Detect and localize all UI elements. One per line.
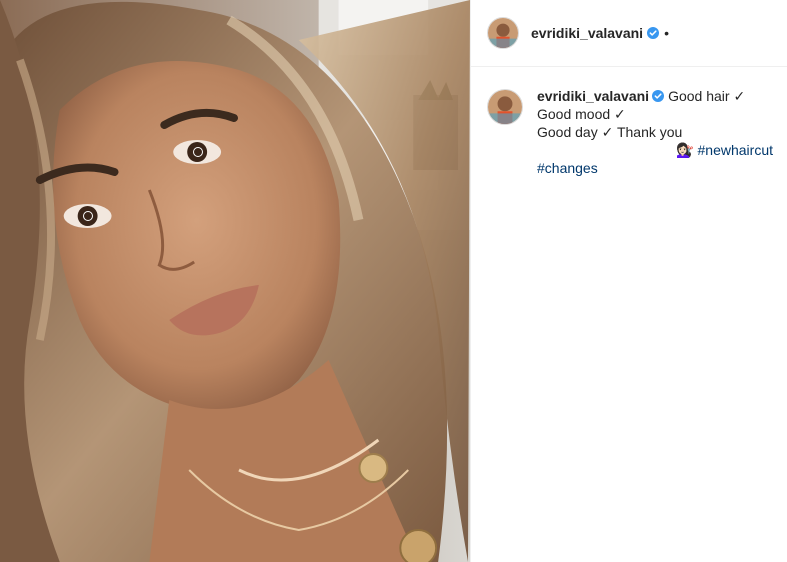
caption-line-1: Good hair ✓ xyxy=(668,88,746,104)
post-header: evridiki_valavani • xyxy=(471,0,787,67)
verified-badge-icon xyxy=(652,90,665,102)
caption-username[interactable]: evridiki_valavani xyxy=(537,88,649,104)
caption-avatar[interactable] xyxy=(487,89,523,125)
verified-badge-icon xyxy=(647,27,660,39)
haircut-emoji: 💇🏻‍♀️ xyxy=(676,142,694,158)
avatar-image xyxy=(488,18,518,48)
caption-line-4: 💇🏻‍♀️ #newhaircut xyxy=(537,141,773,159)
hashtag-changes[interactable]: #changes xyxy=(537,160,598,176)
hashtag-newhaircut[interactable]: #newhaircut xyxy=(698,142,774,158)
profile-avatar[interactable] xyxy=(487,17,519,49)
eye-reflection-left xyxy=(83,211,93,221)
caption-first-line: evridiki_valavani Good hair ✓ xyxy=(537,87,773,105)
eye-reflection-right xyxy=(193,147,203,157)
caption-line-3: Good day ✓ Thank you xyxy=(537,124,683,140)
caption-text: evridiki_valavani Good hair ✓ Good mood ✓… xyxy=(537,87,773,177)
caption-line-5: #changes xyxy=(537,159,773,177)
selfie-image xyxy=(0,0,470,562)
post-side-panel: evridiki_valavani • evridiki_valavani Goo… xyxy=(470,0,787,562)
avatar-image xyxy=(488,90,522,124)
header-separator: • xyxy=(664,25,669,41)
instagram-post: evridiki_valavani • evridiki_valavani Goo… xyxy=(0,0,787,562)
header-username[interactable]: evridiki_valavani xyxy=(531,25,643,41)
caption-comment: evridiki_valavani Good hair ✓ Good mood ✓… xyxy=(471,67,787,177)
post-photo[interactable] xyxy=(0,0,470,562)
caption-line-2: Good mood ✓ xyxy=(537,106,626,122)
